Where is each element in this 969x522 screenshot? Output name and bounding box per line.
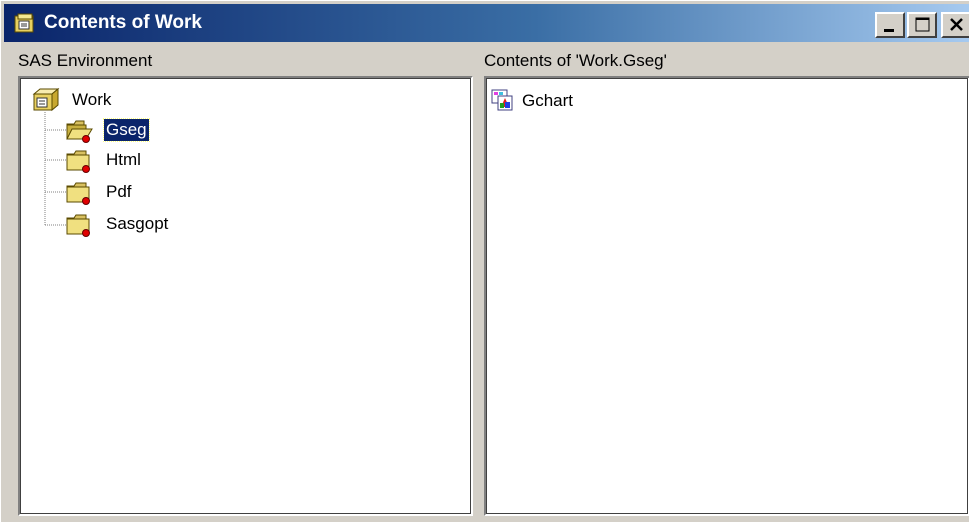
open-folder-icon (64, 116, 94, 144)
list-item-label: Gchart (522, 91, 574, 110)
minimize-button[interactable] (875, 12, 905, 38)
tree-item-html[interactable]: Html (64, 146, 204, 174)
library-drawer-icon (30, 86, 60, 114)
folder-icon (64, 210, 94, 238)
sas-library-icon (12, 12, 36, 36)
right-pane-label: Contents of 'Work.Gseg' (484, 51, 667, 70)
maximize-button[interactable] (907, 12, 937, 38)
window-title: Contents of Work (44, 12, 202, 33)
tree-item-gseg[interactable]: Gseg (64, 116, 204, 144)
tree-item-label: Html (106, 150, 141, 169)
folder-icon (64, 178, 94, 206)
maximize-icon (915, 17, 930, 32)
close-icon (950, 18, 963, 31)
close-button[interactable] (941, 12, 969, 38)
contents-window: Contents of Work SAS Environment Content… (0, 0, 969, 522)
graph-entry-icon (490, 87, 520, 115)
tree-item-label: Gseg (103, 118, 150, 142)
left-pane-label: SAS Environment (18, 51, 153, 70)
list-item-gchart[interactable]: Gchart (490, 87, 630, 115)
folder-icon (64, 146, 94, 174)
tree-panel[interactable]: Work Gseg Html Pdf Sasgopt (18, 76, 473, 516)
tree-item-sasgopt[interactable]: Sasgopt (64, 210, 224, 238)
tree-item-label: Work (72, 90, 112, 109)
minimize-icon (884, 29, 894, 32)
tree-item-pdf[interactable]: Pdf (64, 178, 204, 206)
tree-item-label: Sasgopt (106, 214, 169, 233)
tree-item-work[interactable]: Work (30, 86, 160, 114)
tree-item-label: Pdf (106, 182, 132, 201)
title-bar[interactable]: Contents of Work (4, 4, 969, 42)
contents-panel[interactable]: Gchart (484, 76, 969, 516)
